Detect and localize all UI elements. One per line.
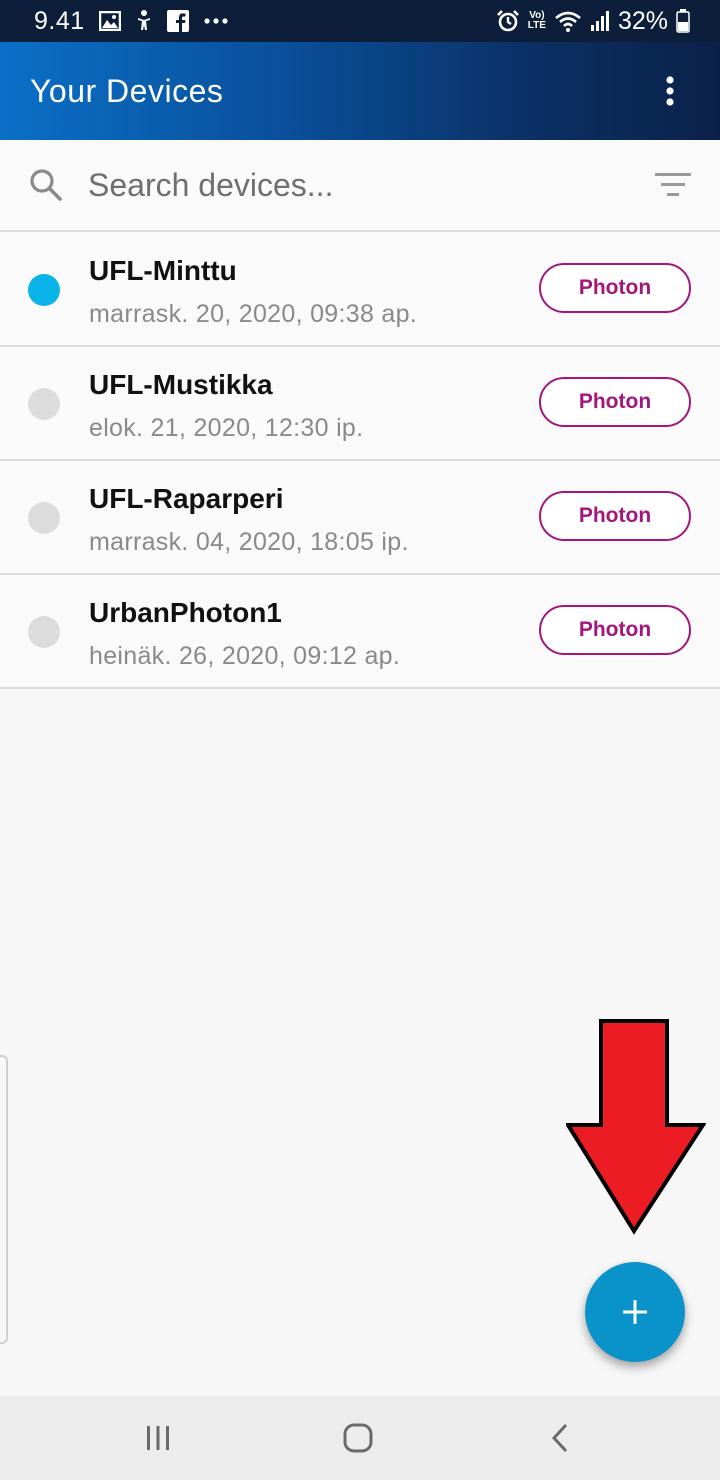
search-input[interactable] <box>86 165 654 205</box>
device-list: UFL-Minttu marrask. 20, 2020, 09:38 ap. … <box>0 233 720 689</box>
device-last-seen: marrask. 04, 2020, 18:05 ip. <box>89 528 409 556</box>
status-bar: 9.41 Vo) LTE 32% <box>0 0 720 42</box>
red-arrow-down-icon <box>564 1019 707 1240</box>
page-title: Your Devices <box>30 72 224 109</box>
system-nav-bar <box>0 1396 720 1480</box>
list-item[interactable]: UFL-Raparperi marrask. 04, 2020, 18:05 i… <box>0 461 720 575</box>
status-indicator <box>28 274 60 306</box>
facebook-icon <box>166 10 189 32</box>
device-last-seen: heinäk. 26, 2020, 09:12 ap. <box>89 642 401 670</box>
wifi-icon <box>554 10 582 32</box>
image-icon <box>98 11 121 31</box>
list-item[interactable]: UFL-Minttu marrask. 20, 2020, 09:38 ap. … <box>0 233 720 347</box>
device-last-seen: marrask. 20, 2020, 09:38 ap. <box>89 300 418 328</box>
device-last-seen: elok. 21, 2020, 12:30 ip. <box>89 414 364 442</box>
status-time: 9.41 <box>34 6 85 35</box>
app-bar: Your Devices <box>0 42 720 140</box>
platform-badge[interactable]: Photon <box>539 605 691 655</box>
more-vert-icon[interactable] <box>650 61 690 121</box>
home-icon[interactable] <box>338 1418 378 1458</box>
device-name: UrbanPhoton1 <box>89 597 282 628</box>
status-indicator <box>28 388 60 420</box>
recent-apps-icon[interactable] <box>138 1418 178 1458</box>
device-name: UFL-Raparperi <box>89 483 284 514</box>
list-item[interactable]: UFL-Mustikka elok. 21, 2020, 12:30 ip. P… <box>0 347 720 461</box>
status-bar-left: 9.41 <box>34 7 229 36</box>
add-device-button[interactable] <box>585 1262 685 1362</box>
device-name: UFL-Minttu <box>89 255 237 286</box>
status-indicator <box>28 616 60 648</box>
signal-icon <box>590 10 610 32</box>
volte-icon: Vo) LTE <box>527 10 546 31</box>
add-icon <box>622 1299 648 1325</box>
status-bar-right: Vo) LTE 32% <box>496 7 690 36</box>
more-notifications-icon <box>203 17 229 25</box>
platform-badge[interactable]: Photon <box>539 491 691 541</box>
accessibility-icon <box>135 10 153 32</box>
alarm-icon <box>496 9 520 33</box>
status-indicator <box>28 502 60 534</box>
search-icon <box>28 167 64 203</box>
filter-icon[interactable] <box>654 171 692 199</box>
search-bar <box>0 140 720 232</box>
edge-panel-handle[interactable] <box>0 1055 8 1344</box>
platform-badge[interactable]: Photon <box>539 377 691 427</box>
device-name: UFL-Mustikka <box>89 369 273 400</box>
battery-percentage: 32% <box>617 6 668 35</box>
platform-badge[interactable]: Photon <box>539 263 691 313</box>
battery-icon <box>676 9 690 33</box>
back-icon[interactable] <box>540 1418 580 1458</box>
list-item[interactable]: UrbanPhoton1 heinäk. 26, 2020, 09:12 ap.… <box>0 575 720 689</box>
